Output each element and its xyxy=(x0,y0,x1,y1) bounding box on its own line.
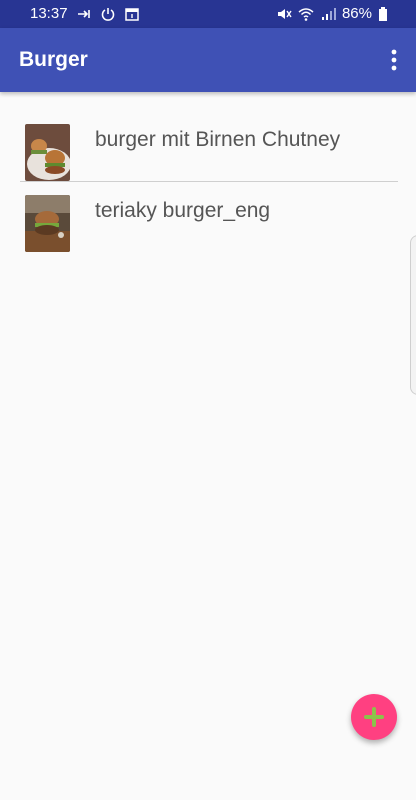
recipe-name: burger mit Birnen Chutney xyxy=(95,128,341,151)
page-title: Burger xyxy=(19,48,88,71)
list-item[interactable]: teriaky burger_eng xyxy=(0,181,416,252)
list-divider xyxy=(20,181,398,182)
edge-panel-handle[interactable] xyxy=(410,235,416,395)
app-bar: Burger xyxy=(0,28,416,92)
burger-photo-icon xyxy=(25,195,70,252)
wifi-icon xyxy=(298,7,314,21)
overflow-menu-icon[interactable] xyxy=(390,48,398,72)
list-item[interactable]: burger mit Birnen Chutney xyxy=(0,110,416,181)
recipe-name: teriaky burger_eng xyxy=(95,199,271,222)
battery-percent: 86% xyxy=(341,5,372,22)
calendar-icon xyxy=(124,7,139,21)
battery-icon xyxy=(379,6,387,21)
signal-icon xyxy=(321,7,336,20)
mute-icon xyxy=(277,8,292,19)
burger-photo-icon xyxy=(25,124,70,181)
call-forward-icon xyxy=(77,9,90,18)
status-bar: 13:37 86% xyxy=(0,0,416,28)
power-icon xyxy=(101,7,114,21)
add-recipe-button[interactable] xyxy=(351,694,397,740)
status-time: 13:37 xyxy=(30,5,68,22)
plus-icon xyxy=(364,707,384,727)
